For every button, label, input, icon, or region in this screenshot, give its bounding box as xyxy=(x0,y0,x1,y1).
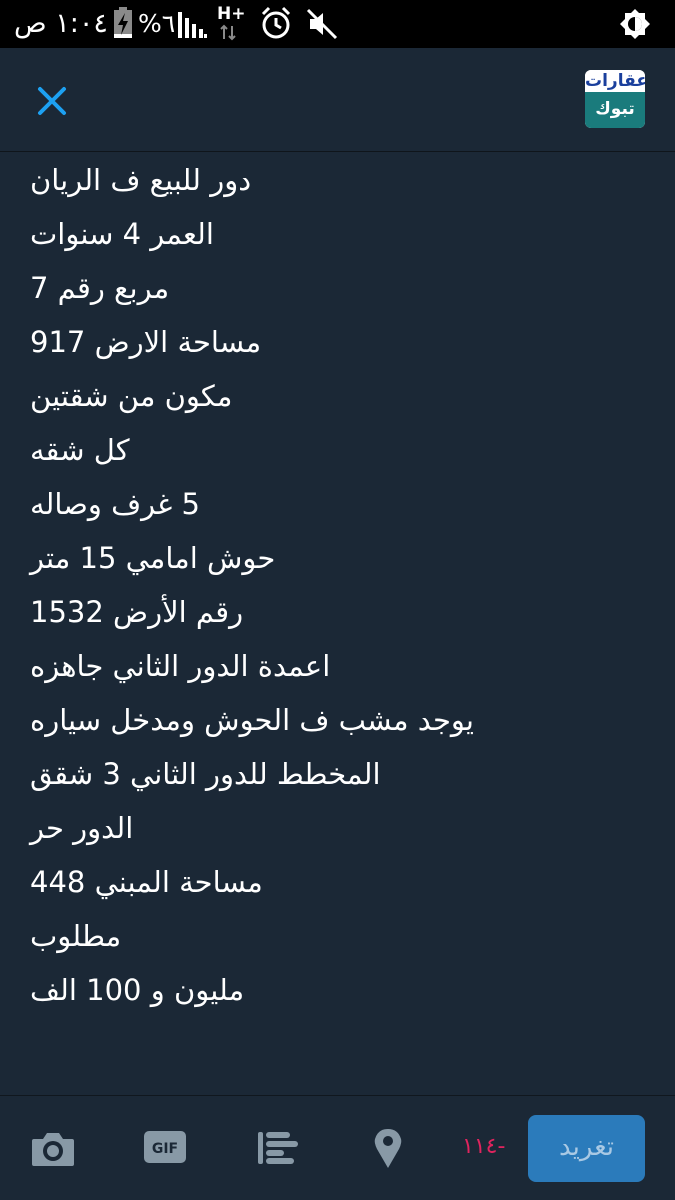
avatar[interactable]: عقارات تبوك xyxy=(585,70,645,128)
mute-icon xyxy=(306,8,338,40)
tweet-line: الدور حر xyxy=(30,811,134,845)
signal-icon xyxy=(178,12,207,38)
tweet-line: مكون من شقتين xyxy=(30,379,233,413)
tweet-line: يوجد مشب ف الحوش ومدخل سياره xyxy=(30,703,474,737)
location-icon[interactable] xyxy=(372,1127,404,1169)
poll-icon[interactable] xyxy=(256,1131,300,1165)
tweet-line: العمر 4 سنوات xyxy=(30,217,214,251)
status-time: ١:٠٤ ص xyxy=(14,8,108,39)
compose-header: عقارات تبوك xyxy=(0,48,675,152)
avatar-bottom-text: تبوك xyxy=(585,92,645,128)
tweet-line: دور للبيع ف الريان xyxy=(30,163,252,197)
tweet-line: اعمدة الدور الثاني جاهزه xyxy=(30,649,331,683)
tweet-line: مطلوب xyxy=(30,919,131,953)
network-type-label: H+ xyxy=(217,4,245,24)
character-counter: ١١٤- xyxy=(462,1134,506,1159)
brightness-icon xyxy=(620,9,650,39)
tweet-button[interactable]: تغريد xyxy=(528,1115,645,1182)
tweet-line: مليون و 100 الف xyxy=(30,973,245,1007)
tweet-line: كل شقه xyxy=(30,433,130,467)
tweet-line: مساحة الارض 917 xyxy=(30,325,262,359)
battery-charging-icon xyxy=(114,7,132,38)
tweet-line: مساحة المبني 448 xyxy=(30,865,263,899)
tweet-line: حوش امامي 15 متر xyxy=(30,541,276,575)
tweet-line: المخطط للدور الثاني 3 شقق xyxy=(30,757,381,791)
tweet-line: 5 غرف وصاله xyxy=(30,487,200,521)
avatar-top-text: عقارات xyxy=(585,70,645,92)
gif-label: GIF xyxy=(152,1141,178,1157)
hplus-icon: H+ xyxy=(217,4,245,41)
alarm-icon xyxy=(261,6,291,39)
camera-icon[interactable] xyxy=(30,1129,76,1169)
tweet-line: رقم الأرض 1532 xyxy=(30,595,244,629)
tweet-line: مربع رقم 7 xyxy=(30,271,170,305)
battery-percent: %٦ xyxy=(138,9,176,38)
status-bar: ١:٠٤ ص %٦ H+ xyxy=(0,0,675,48)
compose-toolbar: GIF ١١٤- تغريد xyxy=(0,1095,675,1200)
gif-icon[interactable]: GIF xyxy=(143,1130,187,1164)
close-icon[interactable] xyxy=(32,81,72,121)
tweet-text-area[interactable]: دور للبيع ف الريان العمر 4 سنوات مربع رق… xyxy=(30,153,650,1093)
